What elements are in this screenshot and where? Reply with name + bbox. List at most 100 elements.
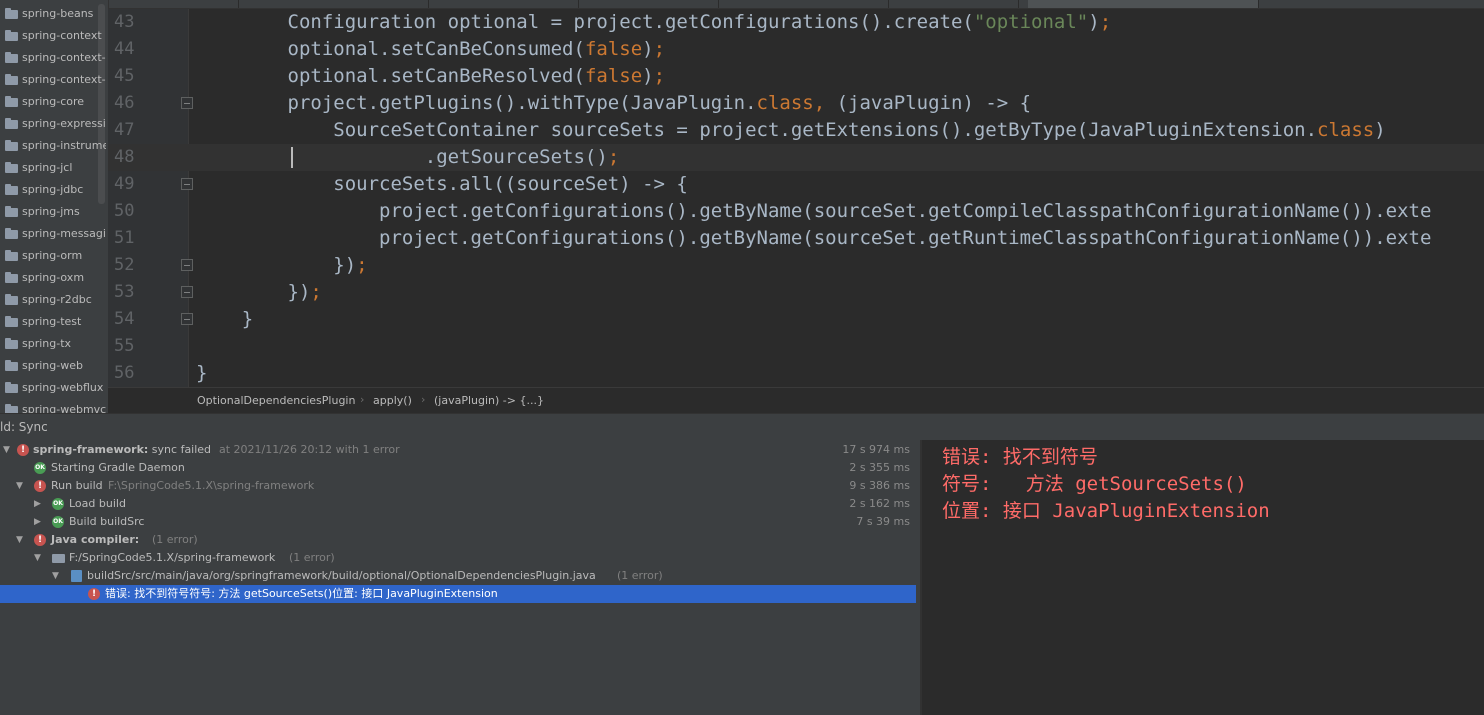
code-line[interactable]: 51 project.getConfigurations().getByName… — [108, 225, 1484, 252]
project-tree-item[interactable]: spring-beans — [0, 3, 106, 25]
ok-icon: OK — [34, 462, 46, 474]
code-line[interactable]: 50 project.getConfigurations().getByName… — [108, 198, 1484, 225]
breadcrumb-method[interactable]: apply() — [373, 394, 412, 407]
code-editor[interactable]: 43 Configuration optional = project.getC… — [108, 9, 1484, 387]
build-root-name: spring-framework: — [33, 443, 149, 456]
editor-tab[interactable] — [108, 0, 239, 8]
code-line[interactable]: 46 project.getPlugins().withType(JavaPlu… — [108, 90, 1484, 117]
project-tree-item[interactable]: spring-webflux — [0, 377, 106, 399]
java-compiler-row[interactable]: ▼ ! Java compiler: (1 error) — [0, 531, 916, 549]
code-line[interactable]: 43 Configuration optional = project.getC… — [108, 9, 1484, 36]
editor-tab[interactable] — [578, 0, 719, 8]
folder-icon — [5, 162, 18, 173]
project-tree-item[interactable]: spring-tx — [0, 333, 106, 355]
fold-marker-icon[interactable] — [181, 97, 193, 109]
project-tree-item[interactable]: spring-instrume — [0, 135, 106, 157]
project-tree-item-label: spring-jcl — [22, 161, 73, 174]
project-tree-item[interactable]: spring-test — [0, 311, 106, 333]
folder-icon — [5, 118, 18, 129]
code-line[interactable]: 49 sourceSets.all((sourceSet) -> { — [108, 171, 1484, 198]
project-tree-item[interactable]: spring-r2dbc — [0, 289, 106, 311]
expand-arrow-icon[interactable]: ▼ — [3, 441, 10, 459]
folder-icon — [5, 52, 18, 63]
project-tree-item[interactable]: spring-webmvc — [0, 399, 106, 413]
project-tree-item[interactable]: spring-web — [0, 355, 106, 377]
daemon-label: Starting Gradle Daemon — [51, 461, 185, 474]
editor-tab[interactable] — [888, 0, 1019, 8]
code-line[interactable]: 45 optional.setCanBeResolved(false); — [108, 63, 1484, 90]
file-path-row[interactable]: ▼ buildSrc/src/main/java/org/springframe… — [0, 567, 916, 585]
editor-tab-active[interactable] — [1028, 0, 1259, 8]
build-src-row[interactable]: ▶ OK Build buildSrc 7 s 39 ms — [0, 513, 916, 531]
code-line[interactable]: 44 optional.setCanBeConsumed(false); — [108, 36, 1484, 63]
folder-icon — [5, 382, 18, 393]
project-path-row[interactable]: ▼ F:/SpringCode5.1.X/spring-framework (1… — [0, 549, 916, 567]
collapse-arrow-icon[interactable]: ▶ — [34, 513, 41, 531]
line-number: 47 — [114, 120, 135, 140]
expand-arrow-icon[interactable]: ▼ — [16, 531, 23, 549]
project-tree-item[interactable]: spring-context — [0, 25, 106, 47]
project-tree-item[interactable]: spring-expressi — [0, 113, 106, 135]
project-tree-item[interactable]: spring-oxm — [0, 267, 106, 289]
file-path-label: buildSrc/src/main/java/org/springframewo… — [87, 569, 596, 582]
daemon-row[interactable]: OK Starting Gradle Daemon 2 s 355 ms — [0, 459, 916, 477]
editor-tab[interactable] — [428, 0, 579, 8]
expand-arrow-icon[interactable]: ▼ — [16, 477, 23, 495]
code-text: project.getPlugins().withType(JavaPlugin… — [196, 92, 1032, 114]
line-number: 48 — [114, 147, 135, 167]
line-number: 46 — [114, 93, 135, 113]
project-tree-item[interactable]: spring-core — [0, 91, 106, 113]
code-line[interactable]: 47 SourceSetContainer sourceSets = proje… — [108, 117, 1484, 144]
folder-icon — [5, 360, 18, 371]
project-tree-item[interactable]: spring-context- — [0, 69, 106, 91]
project-tree-item[interactable]: spring-jms — [0, 201, 106, 223]
fold-marker-icon[interactable] — [181, 313, 193, 325]
error-row[interactable]: ! 错误: 找不到符号符号: 方法 getSourceSets()位置: 接口 … — [0, 585, 916, 603]
line-number: 50 — [114, 201, 135, 221]
fold-marker-icon[interactable] — [181, 286, 193, 298]
expand-arrow-icon[interactable]: ▼ — [34, 549, 41, 567]
project-tree-item[interactable]: spring-jdbc — [0, 179, 106, 201]
project-tree[interactable]: spring-beans spring-context spring-context… — [0, 0, 109, 413]
project-tree-item[interactable]: spring-messagin — [0, 223, 106, 245]
fold-marker-icon[interactable] — [181, 178, 193, 190]
run-build-row[interactable]: ▼ ! Run build F:\SpringCode5.1.X\spring-… — [0, 477, 916, 495]
collapse-arrow-icon[interactable]: ▶ — [34, 495, 41, 513]
code-line[interactable]: 56} — [108, 360, 1484, 387]
code-line[interactable]: 54 } — [108, 306, 1484, 333]
expand-arrow-icon[interactable]: ▼ — [52, 567, 59, 585]
tool-window-title[interactable]: ld: Sync — [0, 414, 48, 440]
breadcrumb-lambda[interactable]: (javaPlugin) -> {...} — [434, 394, 544, 407]
run-build-time: 9 s 386 ms — [849, 479, 910, 492]
code-text: }); — [196, 281, 322, 303]
project-tree-item[interactable]: spring-orm — [0, 245, 106, 267]
file-path-count: (1 error) — [617, 569, 663, 582]
project-tree-item-label: spring-web — [22, 359, 83, 372]
load-build-time: 2 s 162 ms — [849, 497, 910, 510]
folder-icon — [5, 404, 18, 413]
fold-marker-icon[interactable] — [181, 259, 193, 271]
code-line[interactable]: 53 }); — [108, 279, 1484, 306]
build-root-row[interactable]: ▼ ! spring-framework: sync failed at 202… — [0, 441, 916, 459]
editor-tab[interactable] — [718, 0, 889, 8]
breadcrumb-class[interactable]: OptionalDependenciesPlugin — [197, 394, 355, 407]
project-tree-item-label: spring-webmvc — [22, 403, 106, 413]
code-line[interactable]: 55 — [108, 333, 1484, 360]
project-tree-item[interactable]: spring-jcl — [0, 157, 106, 179]
load-build-row[interactable]: ▶ OK Load build 2 s 162 ms — [0, 495, 916, 513]
project-tree-item-label: spring-context- — [22, 73, 106, 86]
project-tree-item-label: spring-context- — [22, 51, 106, 64]
build-output-tree[interactable]: ▼ ! spring-framework: sync failed at 202… — [0, 440, 920, 715]
build-root-meta: at 2021/11/26 20:12 with 1 error — [219, 443, 400, 456]
project-tree-item-label: spring-jms — [22, 205, 80, 218]
project-path-label: F:/SpringCode5.1.X/spring-framework — [69, 551, 276, 564]
code-line[interactable]: 48 .getSourceSets(); — [108, 144, 1484, 171]
project-tree-item-label: spring-oxm — [22, 271, 85, 284]
build-message-panel: 错误: 找不到符号 符号: 方法 getSourceSets() 位置: 接口 … — [922, 440, 1484, 715]
project-tree-item-label: spring-context — [22, 29, 102, 42]
ok-icon: OK — [52, 516, 64, 528]
editor-tab[interactable] — [238, 0, 429, 8]
project-tree-item[interactable]: spring-context- — [0, 47, 106, 69]
project-path-count: (1 error) — [289, 551, 335, 564]
code-line[interactable]: 52 }); — [108, 252, 1484, 279]
